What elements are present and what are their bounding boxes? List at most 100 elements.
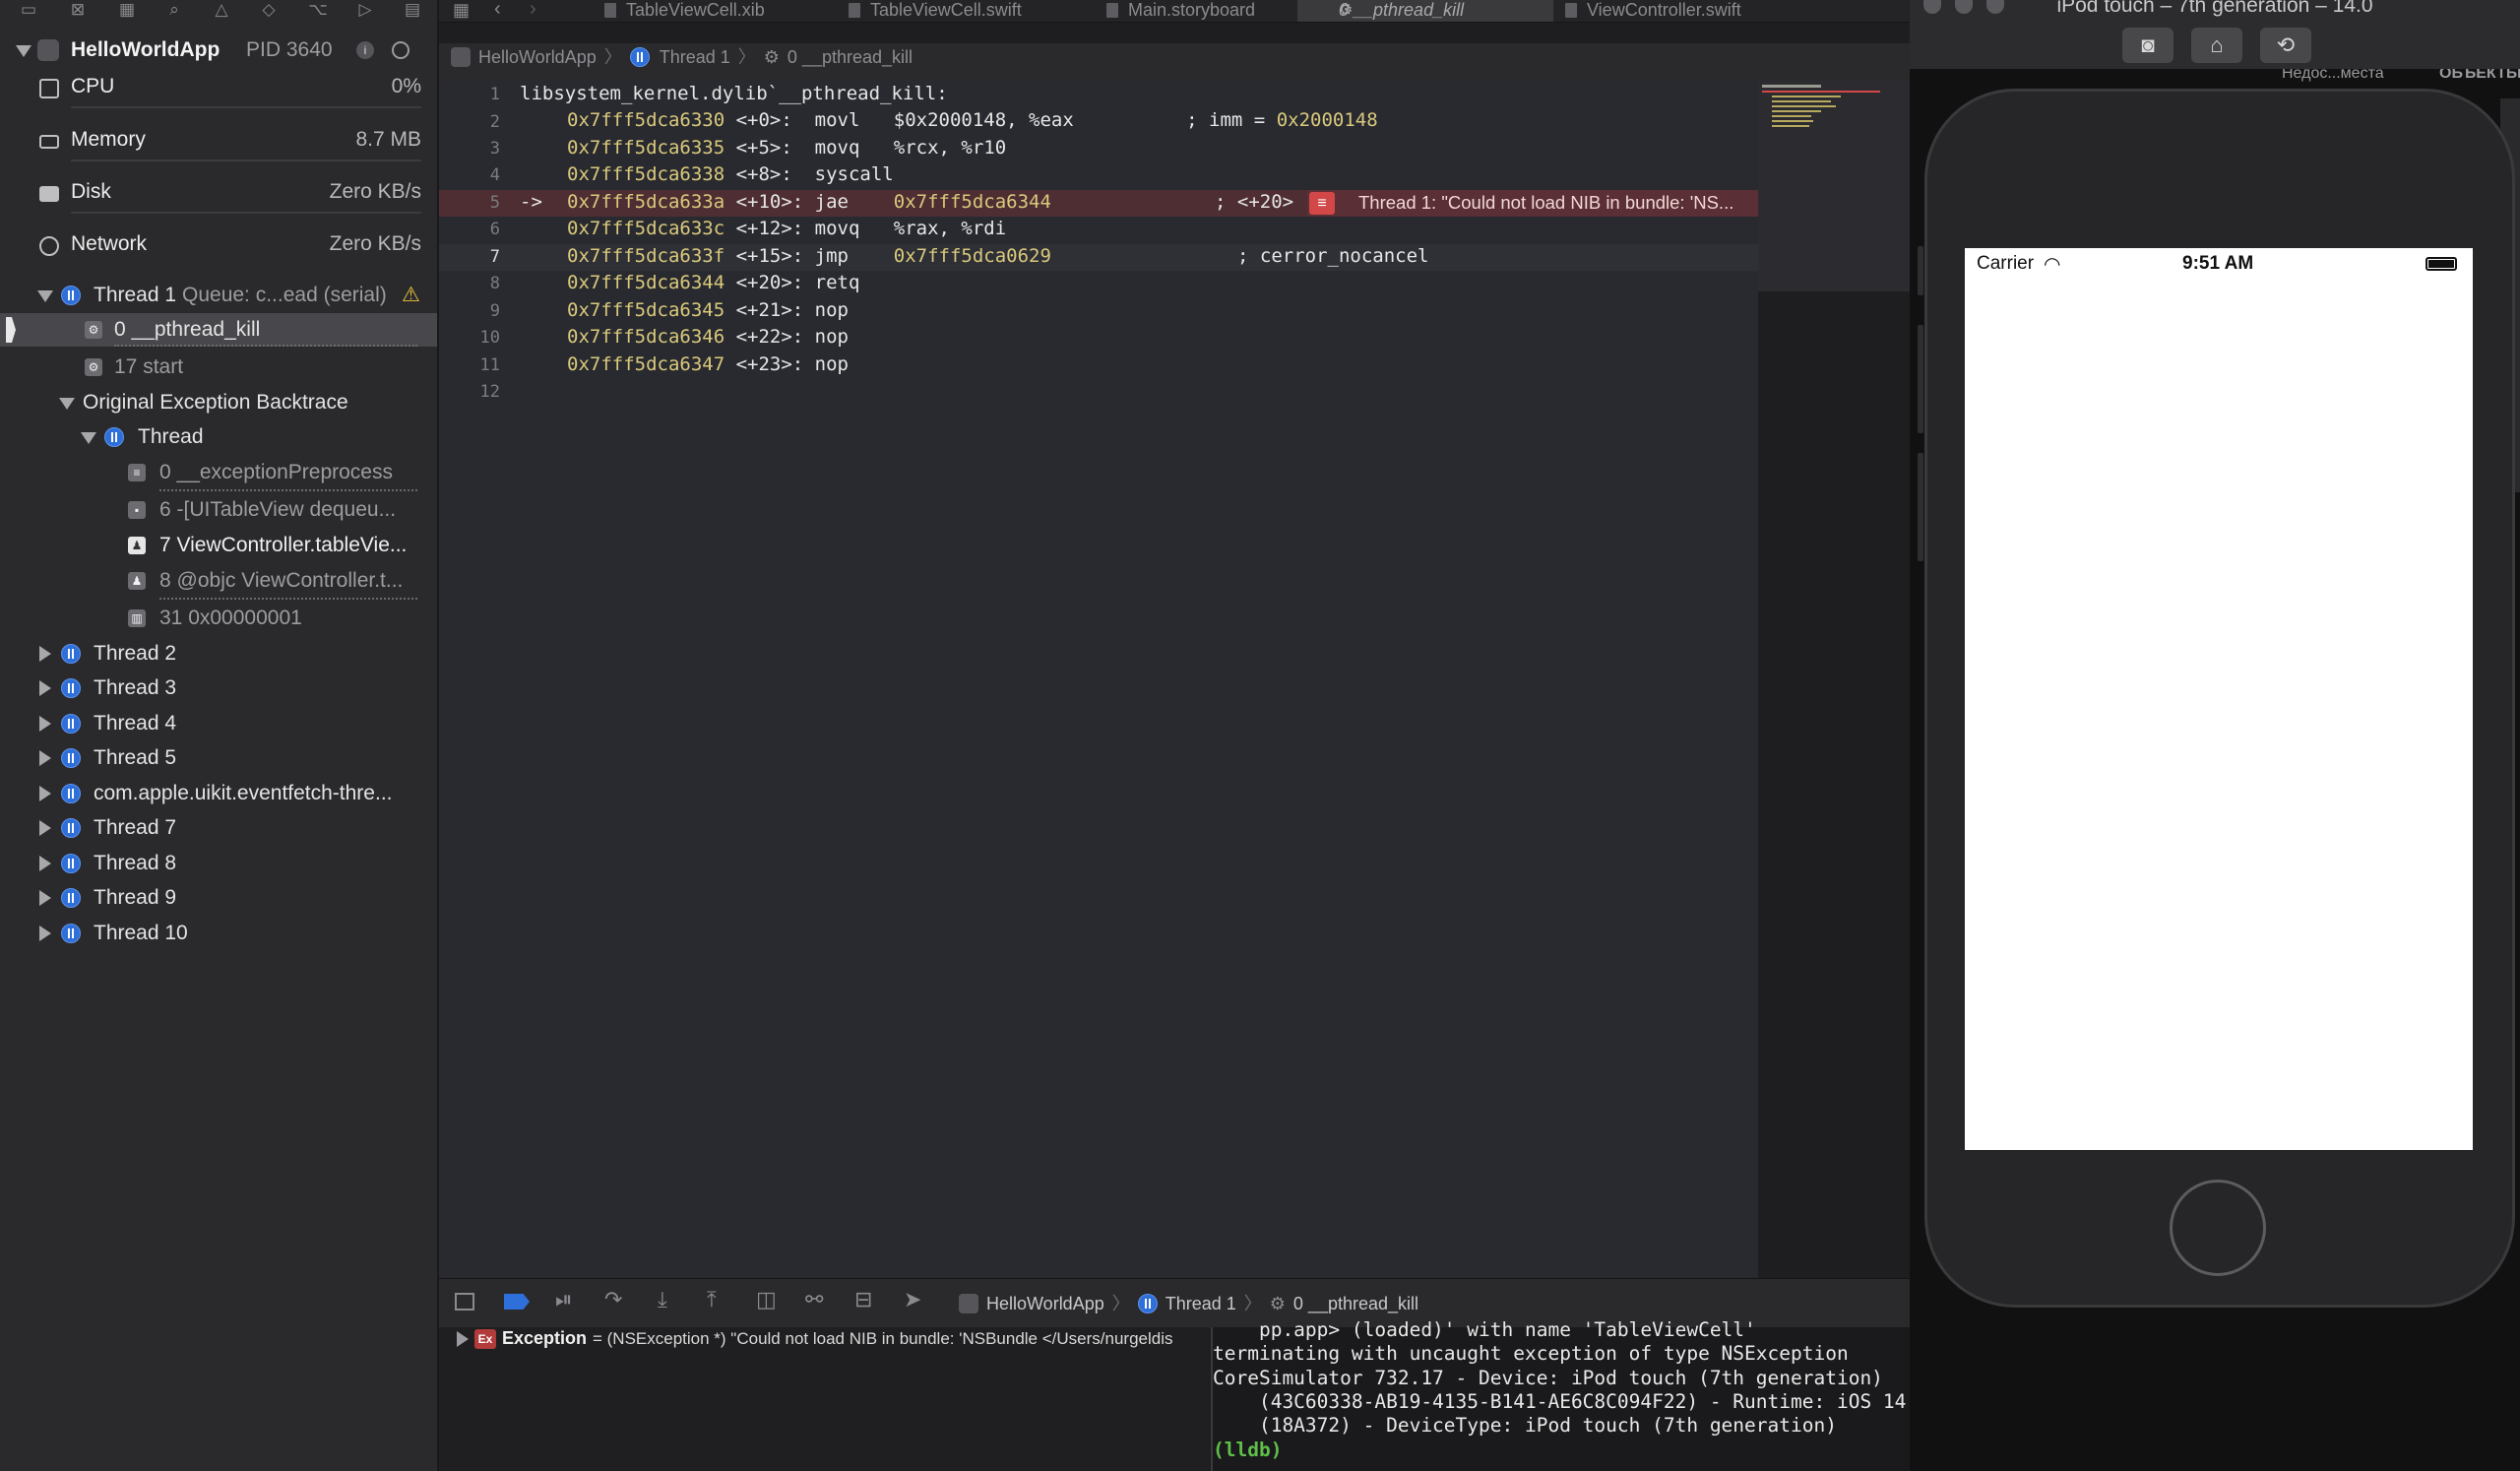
- exception-backtrace-row[interactable]: Original Exception Backtrace: [0, 386, 437, 419]
- report-icon[interactable]: ▤: [402, 0, 423, 22]
- step-into-icon[interactable]: ⤓: [658, 1287, 667, 1312]
- disclosure-triangle-icon[interactable]: [37, 290, 53, 302]
- disclosure-triangle-icon[interactable]: [39, 646, 51, 662]
- screenshot-icon[interactable]: ◙: [2122, 28, 2174, 63]
- disclosure-triangle-icon[interactable]: [39, 750, 51, 766]
- jump-frame[interactable]: 0 __pthread_kill: [788, 47, 913, 67]
- lldb-prompt[interactable]: (lldb): [1213, 1439, 1282, 1461]
- thread-row-7[interactable]: Thread 7: [0, 811, 437, 845]
- source-control-icon[interactable]: ⊠: [67, 0, 89, 22]
- variable-row[interactable]: Ex Exception = (NSException *) "Could no…: [439, 1327, 1209, 1351]
- continue-icon[interactable]: ⏯: [555, 1287, 573, 1312]
- home-button[interactable]: [2170, 1180, 2266, 1276]
- close-window-icon[interactable]: [1923, 0, 1941, 14]
- thread-row-4[interactable]: Thread 4: [0, 707, 437, 740]
- frame-row-17[interactable]: ⚙ 17 start: [0, 351, 437, 384]
- tab-viewcontroller-swift[interactable]: ViewController.swift: [1565, 0, 1801, 22]
- environment-overrides-icon[interactable]: ⊟: [854, 1287, 872, 1312]
- thread-row-1[interactable]: Thread 1 Queue: c...ead (serial) ⚠: [0, 279, 437, 312]
- backtrace-frame-row[interactable]: ▪ 6 -[UITableView dequeu...: [0, 493, 437, 527]
- code-line: 0x7fff5dca6335 <+5>: movq %rcx, %r10: [567, 137, 1006, 159]
- disclosure-triangle-icon[interactable]: [59, 398, 75, 410]
- disclosure-triangle-icon[interactable]: [39, 856, 51, 871]
- disclosure-triangle-icon[interactable]: [16, 45, 32, 57]
- home-icon[interactable]: ⌂: [2191, 28, 2242, 63]
- backtrace-frame-row[interactable]: ♟ 8 @objc ViewController.t...: [0, 564, 437, 598]
- memory-gauge[interactable]: Memory 8.7 MB: [37, 116, 421, 165]
- memory-icon: [39, 135, 59, 149]
- tab-pthread-kill[interactable]: 0 __pthread_kill: [1297, 0, 1553, 22]
- breakpoints-toggle-icon[interactable]: [504, 1294, 530, 1310]
- tab-main-storyboard[interactable]: Main.storyboard: [1106, 0, 1313, 22]
- memory-graph-icon[interactable]: ⚯: [805, 1287, 823, 1312]
- jump-thread[interactable]: Thread 1: [660, 47, 730, 67]
- thread-row-2[interactable]: Thread 2: [0, 637, 437, 671]
- console-line: CoreSimulator 732.17 - Device: iPod touc…: [1213, 1367, 1883, 1389]
- disclosure-triangle-icon[interactable]: [39, 786, 51, 801]
- rotate-icon[interactable]: ⟲: [2260, 28, 2311, 63]
- backtrace-thread-row[interactable]: Thread: [0, 420, 437, 454]
- symbol-icon[interactable]: ▦: [116, 0, 138, 22]
- debug-jump-app[interactable]: HelloWorldApp: [986, 1294, 1104, 1313]
- cpu-gauge[interactable]: CPU 0%: [37, 63, 421, 112]
- tab-tableviewcell-swift[interactable]: TableViewCell.swift: [849, 0, 1075, 22]
- disk-gauge[interactable]: Disk Zero KB/s: [37, 168, 421, 218]
- thread-row-9[interactable]: Thread 9: [0, 881, 437, 915]
- forward-icon[interactable]: ›: [530, 0, 536, 21]
- info-icon[interactable]: i: [356, 41, 374, 59]
- warning-icon[interactable]: △: [211, 0, 232, 22]
- instruction-args: %rax, %rdi: [893, 218, 1007, 239]
- grid-icon[interactable]: ▦: [453, 0, 470, 21]
- instruction-offset: <+0>:: [724, 109, 815, 131]
- error-message: Thread 1: "Could not load NIB in bundle:…: [1358, 192, 1734, 213]
- disclosure-triangle-icon[interactable]: [39, 680, 51, 696]
- minimize-window-icon[interactable]: [1955, 0, 1973, 14]
- thread-row-3[interactable]: Thread 3: [0, 672, 437, 705]
- step-out-icon[interactable]: ⤒: [707, 1287, 717, 1312]
- search-icon[interactable]: ⌕: [163, 0, 185, 22]
- frame-label: 7 ViewController.tableVie...: [159, 534, 408, 556]
- disclosure-triangle-icon[interactable]: [39, 820, 51, 836]
- debug-jump-frame[interactable]: 0 __pthread_kill: [1293, 1294, 1418, 1313]
- pause-icon[interactable]: [392, 41, 410, 59]
- instruction-offset: <+10>:: [724, 191, 815, 213]
- folder-icon[interactable]: ▭: [18, 0, 39, 22]
- thread-name: Thread 5: [94, 746, 177, 769]
- breakpoint-icon[interactable]: ▷: [354, 0, 376, 22]
- zoom-window-icon[interactable]: [1986, 0, 2004, 14]
- backtrace-frame-row[interactable]: ▥ 31 0x00000001: [0, 602, 437, 635]
- device-screen[interactable]: [1965, 248, 2473, 1150]
- instruction-address: 0x7fff5dca633c: [567, 218, 725, 239]
- disclosure-triangle-icon[interactable]: [81, 432, 96, 444]
- step-over-icon[interactable]: ↷: [604, 1287, 622, 1312]
- simulator-titlebar: iPod touch – 7th generation – 14.0 ◙ ⌂ ⟲: [1910, 0, 2520, 69]
- backtrace-frame-row[interactable]: ≡ 0 __exceptionPreprocess: [0, 456, 437, 489]
- view-hierarchy-icon[interactable]: ◫: [756, 1287, 777, 1312]
- network-gauge[interactable]: Network Zero KB/s: [37, 221, 421, 270]
- thread-name: Thread 2: [94, 642, 177, 665]
- thread-row-10[interactable]: Thread 10: [0, 917, 437, 950]
- disclosure-triangle-icon[interactable]: [457, 1331, 469, 1347]
- location-icon[interactable]: ➤: [904, 1287, 921, 1312]
- frame-separator: [114, 345, 417, 347]
- jump-app[interactable]: HelloWorldApp: [478, 47, 597, 67]
- disclosure-triangle-icon[interactable]: [39, 716, 51, 732]
- app-icon: [451, 47, 471, 67]
- chevron-right-icon: 〉: [603, 47, 622, 67]
- backtrace-frame-row[interactable]: ♟ 7 ViewController.tableVie...: [0, 529, 437, 562]
- process-row[interactable]: HelloWorldApp PID 3640 i: [0, 33, 437, 67]
- disclosure-triangle-icon[interactable]: [39, 890, 51, 906]
- test-icon[interactable]: ◇: [258, 0, 280, 22]
- debug-icon[interactable]: ⌥: [307, 0, 329, 22]
- hide-debug-area-icon[interactable]: [455, 1293, 474, 1311]
- storyboard-icon: [1106, 3, 1118, 18]
- thread-row-5[interactable]: Thread 5: [0, 741, 437, 775]
- frame-row-0[interactable]: ⚙ 0 __pthread_kill: [0, 313, 437, 347]
- thread-row-6[interactable]: com.apple.uikit.eventfetch-thre...: [0, 777, 437, 810]
- debug-jump-thread[interactable]: Thread 1: [1166, 1294, 1236, 1313]
- error-annotation[interactable]: ≡ Thread 1: "Could not load NIB in bundl…: [1307, 190, 1758, 217]
- back-icon[interactable]: ‹: [494, 0, 501, 21]
- tab-tableviewcell-xib[interactable]: TableViewCell.xib: [604, 0, 819, 22]
- thread-row-8[interactable]: Thread 8: [0, 847, 437, 880]
- disclosure-triangle-icon[interactable]: [39, 926, 51, 941]
